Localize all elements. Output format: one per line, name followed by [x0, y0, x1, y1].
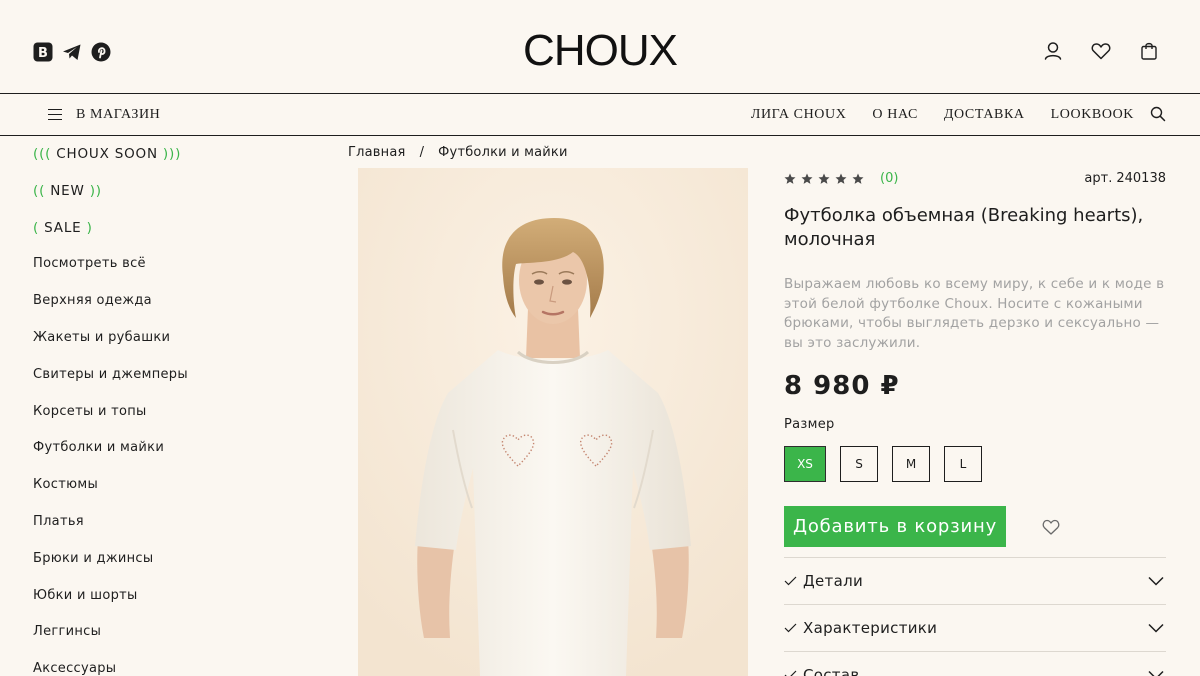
accordion-characteristics[interactable]: Характеристики: [784, 605, 1166, 652]
star-icon: [818, 173, 830, 184]
article-number: арт. 240138: [1084, 171, 1166, 186]
accordion-composition[interactable]: Состав: [784, 652, 1166, 676]
check-icon: [784, 576, 797, 586]
size-option-s[interactable]: S: [840, 446, 878, 482]
nav-link-delivery[interactable]: ДОСТАВКА: [944, 107, 1025, 123]
size-option-xs[interactable]: XS: [784, 446, 826, 482]
sidebar-item-sale[interactable]: ( SALE ): [33, 219, 293, 256]
nav-link-lookbook[interactable]: LOOKBOOK: [1051, 107, 1134, 123]
size-option-l[interactable]: L: [944, 446, 982, 482]
accordion-details[interactable]: Детали: [784, 558, 1166, 605]
star-icon: [801, 173, 813, 184]
logo[interactable]: CHOUX: [0, 26, 1200, 76]
star-rating[interactable]: [784, 173, 864, 185]
breadcrumb-home[interactable]: Главная: [348, 145, 406, 160]
sidebar-item-jackets-shirts[interactable]: Жакеты и рубашки: [33, 329, 293, 366]
nav-link-about[interactable]: О НАС: [872, 107, 917, 123]
size-selector: XS S M L: [784, 446, 1166, 482]
nav-bar: В МАГАЗИН ЛИГА CHOUX О НАС ДОСТАВКА LOOK…: [0, 94, 1200, 135]
search-icon[interactable]: [1150, 106, 1166, 122]
user-icon[interactable]: [1042, 40, 1064, 62]
sidebar-item-trousers[interactable]: Брюки и джинсы: [33, 550, 293, 587]
rating-row: (0) арт. 240138: [784, 168, 1166, 192]
chevron-down-icon: [1148, 623, 1164, 633]
shop-menu-button[interactable]: В МАГАЗИН: [48, 94, 160, 135]
sidebar-item-choux-soon[interactable]: ((( CHOUX SOON ))): [33, 145, 293, 182]
product-title: Футболка объемная (Breaking hearts), мол…: [784, 205, 1144, 250]
hamburger-icon: [48, 109, 62, 121]
review-count-link[interactable]: (0): [880, 171, 898, 186]
nav-link-liga[interactable]: ЛИГА CHOUX: [751, 107, 847, 123]
add-to-cart-button[interactable]: Добавить в корзину: [784, 506, 1006, 547]
star-icon: [852, 173, 864, 184]
wishlist-heart-icon[interactable]: [1042, 519, 1060, 535]
sidebar-item-sweaters[interactable]: Свитеры и джемперы: [33, 366, 293, 403]
check-icon: [784, 670, 797, 676]
check-icon: [784, 623, 797, 633]
model-photo: [358, 168, 748, 676]
sidebar-item-view-all[interactable]: Посмотреть всё: [33, 255, 293, 292]
chevron-down-icon: [1148, 576, 1164, 586]
accordion-label: Состав: [803, 666, 860, 676]
breadcrumb-separator: /: [419, 145, 425, 160]
product-accordion: Детали Характеристики Состав: [784, 557, 1166, 676]
product-info: (0) арт. 240138 Футболка объемная (Breaki…: [784, 168, 1166, 676]
sidebar-item-leggings[interactable]: Леггинсы: [33, 623, 293, 660]
breadcrumb: Главная / Футболки и майки: [348, 145, 568, 160]
sidebar-item-corsets-tops[interactable]: Корсеты и топы: [33, 403, 293, 440]
shop-menu-label: В МАГАЗИН: [76, 106, 161, 122]
chevron-down-icon: [1148, 670, 1164, 676]
bag-icon[interactable]: [1138, 40, 1160, 62]
star-icon: [784, 173, 796, 184]
heart-icon[interactable]: [1090, 40, 1112, 62]
size-option-m[interactable]: M: [892, 446, 930, 482]
cart-row: Добавить в корзину: [784, 506, 1166, 547]
sidebar-item-dresses[interactable]: Платья: [33, 513, 293, 550]
sidebar-item-tshirts[interactable]: Футболки и майки: [33, 439, 293, 476]
accordion-label: Детали: [803, 572, 864, 590]
product-price: 8 980 ₽: [784, 371, 900, 401]
sidebar-item-new[interactable]: (( NEW )): [33, 182, 293, 219]
accordion-label: Характеристики: [803, 619, 938, 637]
star-icon: [835, 173, 847, 184]
sidebar-item-suits[interactable]: Костюмы: [33, 476, 293, 513]
product-description: Выражаем любовь ко всему миру, к себе и …: [784, 276, 1165, 351]
nav-links: ЛИГА CHOUX О НАС ДОСТАВКА LOOKBOOK: [751, 94, 1134, 135]
site-header: B CHOUX: [0, 0, 1200, 93]
nav-divider: [0, 135, 1200, 136]
sidebar-item-outerwear[interactable]: Верхняя одежда: [33, 292, 293, 329]
header-actions: [1042, 40, 1160, 62]
category-sidebar: ((( CHOUX SOON ))) (( NEW )) ( SALE ) По…: [33, 145, 293, 676]
sidebar-item-skirts[interactable]: Юбки и шорты: [33, 587, 293, 624]
breadcrumb-current[interactable]: Футболки и майки: [438, 145, 567, 160]
sidebar-item-accessories[interactable]: Аксессуары: [33, 660, 293, 676]
product-image[interactable]: [358, 168, 748, 676]
size-label: Размер: [784, 417, 835, 432]
